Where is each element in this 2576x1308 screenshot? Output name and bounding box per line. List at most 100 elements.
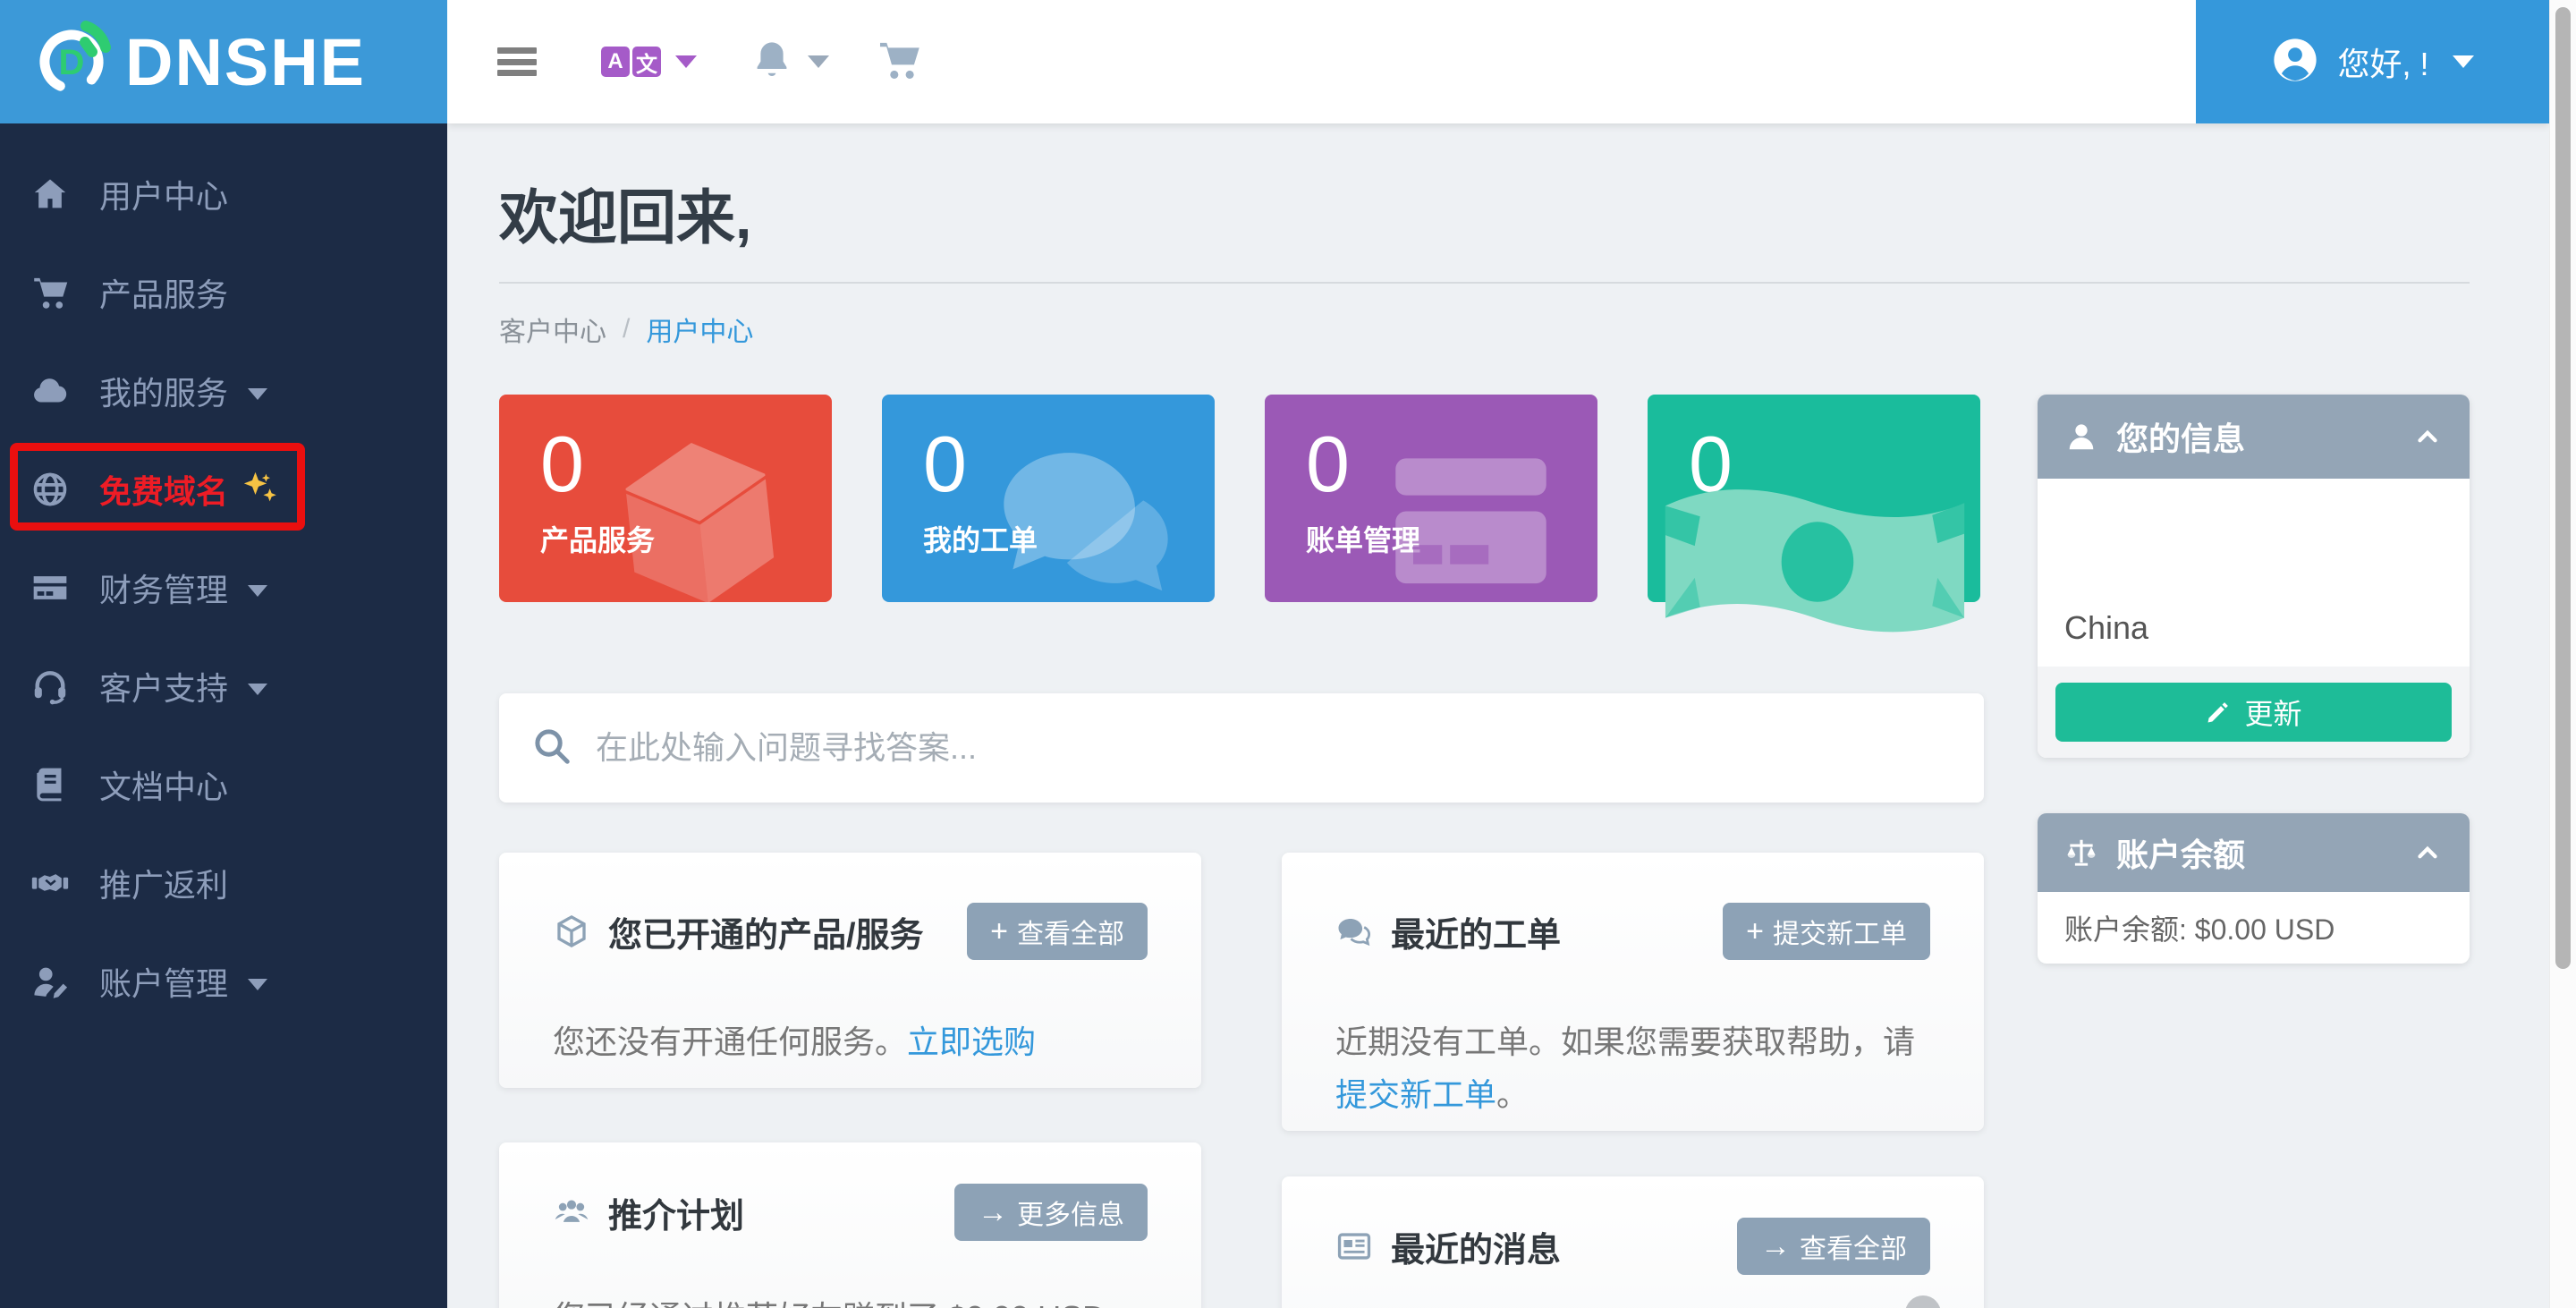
sidebar-item-finance[interactable]: 财务管理	[0, 539, 447, 637]
chevron-down-icon	[248, 979, 267, 990]
sidebar-item-support[interactable]: 客户支持	[0, 637, 447, 735]
card-title: 您已开通的产品/服务	[608, 907, 967, 956]
user-pen-icon	[30, 961, 71, 1002]
main-content: 欢迎回来, 客户中心 / 用户中心 0 产品服务 0 我的工单	[447, 123, 2549, 1308]
card-referral-program: 推介计划 → 更多信息 您已经通过推荐好友赚到了 $0.00 USD，您只需要再	[499, 1142, 1201, 1308]
user-greeting: 您好, !	[2337, 38, 2428, 85]
chevron-down-icon	[2453, 55, 2474, 68]
panel-account-balance-header[interactable]: 账户余额	[2038, 813, 2470, 892]
scrollbar-thumb[interactable]	[2555, 7, 2571, 969]
headset-icon	[30, 666, 71, 707]
stat-label: 产品服务	[540, 518, 832, 559]
stat-tile-products[interactable]: 0 产品服务	[499, 395, 832, 602]
stat-tile-referral[interactable]: 0 推介返佣	[1648, 395, 1980, 602]
sidebar-item-products[interactable]: 产品服务	[0, 243, 447, 342]
sidebar-item-docs[interactable]: 文档中心	[0, 735, 447, 834]
card-title: 最近的工单	[1391, 907, 1723, 956]
user-country: China	[2064, 609, 2148, 647]
card-recent-tickets: 最近的工单 + 提交新工单 近期没有工单。如果您需要获取帮助，请 提交新工单。	[1282, 853, 1984, 1131]
plus-icon: +	[1746, 916, 1764, 947]
news-view-all-button[interactable]: → 查看全部	[1737, 1218, 1930, 1275]
user-circle-icon	[2271, 36, 2319, 89]
stat-value: 0	[1306, 425, 1597, 504]
panel-account-balance: 账户余额 账户余额: $0.00 USD	[2038, 813, 2470, 964]
sidebar-item-label: 免费域名	[99, 466, 228, 513]
card-title: 最近的消息	[1391, 1222, 1737, 1271]
pencil-icon	[2205, 699, 2232, 726]
app-root: D DNSHE 用户中心 产品服务	[0, 0, 2576, 1308]
view-all-services-button[interactable]: + 查看全部	[967, 903, 1148, 960]
arrow-right-icon: →	[978, 1197, 1008, 1227]
breadcrumb: 客户中心 / 用户中心	[499, 310, 753, 349]
account-balance-text: 账户余额: $0.00 USD	[2038, 892, 2470, 964]
stat-tile-tickets[interactable]: 0 我的工单	[882, 395, 1215, 602]
panel-your-info: 您的信息 China 更新	[2038, 395, 2470, 758]
plus-icon: +	[990, 916, 1008, 947]
svg-text:D: D	[59, 43, 85, 82]
balance-scale-icon	[2064, 836, 2098, 870]
stat-label: 我的工单	[923, 518, 1215, 559]
stat-value: 0	[923, 425, 1215, 504]
kb-search	[499, 693, 1984, 803]
sidebar-item-free-domain[interactable]: 免费域名	[0, 440, 447, 539]
cube-icon	[553, 913, 590, 950]
breadcrumb-parent[interactable]: 客户中心	[499, 310, 606, 349]
cloud-icon	[30, 370, 71, 412]
submit-ticket-button[interactable]: + 提交新工单	[1723, 903, 1930, 960]
credit-card-icon	[30, 567, 71, 608]
referral-more-info-button[interactable]: → 更多信息	[954, 1184, 1148, 1241]
card-recent-news: 最近的消息 → 查看全部	[1282, 1176, 1984, 1308]
user-menu[interactable]: 您好, !	[2196, 0, 2549, 123]
search-icon	[531, 726, 572, 771]
search-input[interactable]	[596, 729, 1952, 767]
translate-icon: A文	[601, 47, 661, 77]
sidebar-item-label: 客户支持	[99, 663, 228, 709]
chevron-up-icon[interactable]	[2412, 421, 2443, 452]
card-title: 推介计划	[608, 1188, 954, 1237]
sidebar-item-label: 用户中心	[99, 171, 228, 217]
update-info-button[interactable]: 更新	[2055, 683, 2452, 742]
sparkles-icon	[241, 470, 280, 509]
brand-logo-icon: D	[34, 19, 116, 106]
open-ticket-link[interactable]: 提交新工单	[1335, 1076, 1496, 1113]
breadcrumb-separator: /	[623, 314, 630, 344]
sidebar-item-my-services[interactable]: 我的服务	[0, 342, 447, 440]
chevron-down-icon	[675, 55, 697, 68]
card-body: 您已经通过推荐好友赚到了 $0.00 USD，您只需要再	[553, 1291, 1148, 1308]
brand-logo[interactable]: D DNSHE	[0, 0, 447, 123]
shop-now-link[interactable]: 立即选购	[907, 1023, 1036, 1060]
panel-your-info-header[interactable]: 您的信息	[2038, 395, 2470, 479]
hamburger-menu-icon[interactable]	[497, 47, 537, 76]
sidebar-item-label: 账户管理	[99, 958, 228, 1005]
chevron-up-icon[interactable]	[2412, 837, 2443, 868]
user-icon	[2064, 420, 2098, 454]
topbar: A文 您好, !	[447, 0, 2549, 123]
sidebar-item-label: 文档中心	[99, 761, 228, 808]
panel-title: 账户余额	[2116, 829, 2412, 876]
bell-icon	[750, 38, 793, 86]
page-title: 欢迎回来,	[499, 170, 751, 256]
cart-icon	[30, 272, 71, 313]
sidebar-item-label: 推广返利	[99, 860, 228, 906]
notifications-menu[interactable]	[750, 38, 829, 86]
card-active-services: 您已开通的产品/服务 + 查看全部 您还没有开通任何服务。立即选购	[499, 853, 1201, 1088]
language-selector[interactable]: A文	[601, 47, 697, 77]
sidebar-item-label: 财务管理	[99, 565, 228, 611]
stat-label: 账单管理	[1306, 518, 1597, 559]
sidebar-item-label: 我的服务	[99, 368, 228, 414]
cart-button[interactable]	[876, 37, 922, 88]
stat-tile-billing[interactable]: 0 账单管理	[1265, 395, 1597, 602]
handshake-icon	[30, 862, 71, 904]
sidebar-item-user-center[interactable]: 用户中心	[0, 145, 447, 243]
sidebar-item-label: 产品服务	[99, 269, 228, 316]
sidebar-item-affiliate[interactable]: 推广返利	[0, 834, 447, 932]
stat-value: 0	[540, 425, 832, 504]
card-body: 您还没有开通任何服务。立即选购	[553, 1015, 1148, 1068]
stat-label: 推介返佣	[1689, 518, 1980, 559]
card-body: 近期没有工单。如果您需要获取帮助，请 提交新工单。	[1335, 1015, 1930, 1122]
users-icon	[553, 1193, 590, 1231]
breadcrumb-current[interactable]: 用户中心	[646, 310, 753, 349]
sidebar-item-account[interactable]: 账户管理	[0, 932, 447, 1031]
brand-name: DNSHE	[125, 24, 366, 100]
chevron-down-icon	[248, 585, 267, 597]
